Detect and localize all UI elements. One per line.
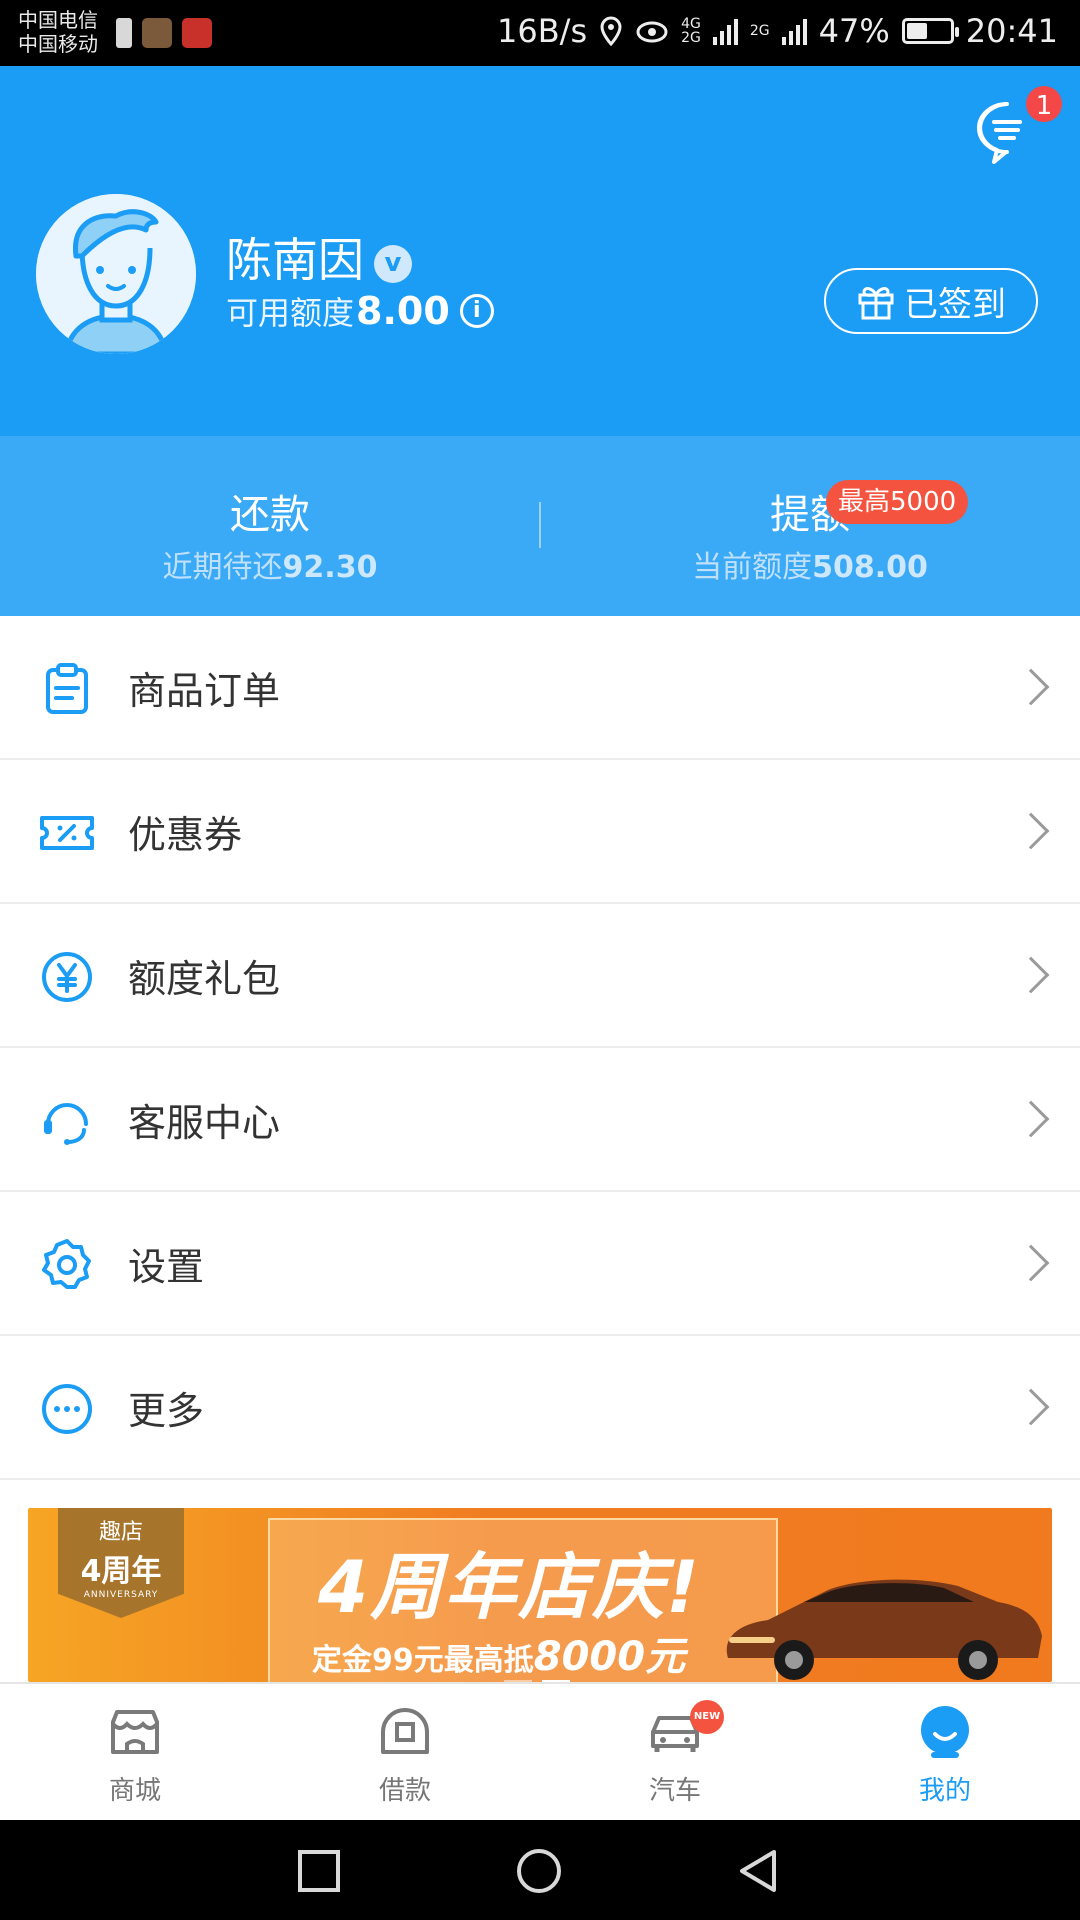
- tab-loan[interactable]: 借款: [270, 1684, 540, 1820]
- tab-car[interactable]: NEW 汽车: [540, 1684, 810, 1820]
- signin-button[interactable]: 已签到: [824, 268, 1038, 334]
- repay-subtitle: 近期待还92.30: [162, 550, 378, 585]
- signin-label: 已签到: [904, 284, 1006, 325]
- promo-banner[interactable]: 趣店 4周年 ANNIVERSARY 4周年店庆! 定金99元最高抵8000元: [28, 1508, 1052, 1682]
- banner-title: 4周年店庆!: [318, 1545, 701, 1629]
- menu-label: 优惠券: [128, 812, 243, 857]
- username: 陈南因 v: [226, 224, 412, 290]
- menu-list: 商品订单 优惠券 额度礼包 客服中心 设置 更多: [0, 616, 1080, 1480]
- battery-icon: [901, 18, 959, 44]
- home-icon[interactable]: [516, 1848, 562, 1894]
- status-bar: 中国电信 中国移动 16B/s 4G 2G 2G 47% 20:41: [0, 0, 1080, 66]
- app-notification-icon: [142, 18, 172, 48]
- car-image: [726, 1579, 1042, 1680]
- chevron-right-icon: [1012, 668, 1050, 706]
- signal-icon: [712, 17, 738, 45]
- more-dots-icon: [42, 1384, 92, 1434]
- location-icon: [600, 16, 622, 46]
- clock: 20:41: [965, 12, 1058, 50]
- eye-icon: [636, 21, 668, 43]
- profile-header: 1 陈南因 v 可用额度 8.00 i 已签到: [0, 66, 1080, 436]
- anniversary-badge: 趣店 4周年 ANNIVERSARY: [58, 1508, 184, 1618]
- menu-label: 设置: [128, 1244, 205, 1289]
- verified-icon: v: [374, 244, 412, 283]
- headset-icon: [44, 1103, 88, 1145]
- new-badge: NEW: [690, 1700, 724, 1734]
- back-icon[interactable]: [736, 1848, 782, 1894]
- store-icon: [111, 1710, 159, 1754]
- menu-item-settings[interactable]: 设置: [0, 1192, 1080, 1336]
- chevron-right-icon: [1012, 956, 1050, 994]
- net-speed: 16B/s: [497, 12, 588, 50]
- tab-label: 借款: [378, 1776, 431, 1806]
- menu-item-more[interactable]: 更多: [0, 1336, 1080, 1480]
- signal-icon: [781, 17, 807, 45]
- menu-item-coupons[interactable]: 优惠券: [0, 760, 1080, 904]
- current-limit: 508.00: [812, 550, 928, 585]
- banner-subtitle: 定金99元最高抵8000元: [312, 1634, 686, 1680]
- network-type-2g: 2G: [749, 23, 770, 39]
- repay-title: 还款: [230, 492, 310, 538]
- carrier-1: 中国电信: [18, 8, 98, 32]
- avatar-illustration-icon: [36, 194, 196, 354]
- menu-label: 更多: [128, 1388, 205, 1433]
- menu-label: 商品订单: [128, 668, 281, 713]
- status-indicators: 16B/s 4G 2G 2G 47% 20:41: [497, 12, 1058, 50]
- gift-icon: [858, 287, 894, 320]
- menu-label: 额度礼包: [128, 956, 281, 1001]
- menu-item-credit-package[interactable]: 额度礼包: [0, 904, 1080, 1048]
- max-limit-badge: 最高5000: [826, 480, 969, 524]
- system-nav-bar: [0, 1820, 1080, 1920]
- menu-label: 客服中心: [128, 1100, 281, 1145]
- chevron-right-icon: [1012, 1388, 1050, 1426]
- message-count-badge: 1: [1024, 84, 1064, 124]
- tab-store[interactable]: 商城: [0, 1684, 270, 1820]
- recents-icon[interactable]: [296, 1848, 342, 1894]
- username-text: 陈南因: [226, 233, 364, 287]
- chevron-right-icon: [1012, 812, 1050, 850]
- credit-value: 8.00: [356, 289, 450, 333]
- tab-mine[interactable]: 我的: [810, 1684, 1080, 1820]
- raise-subtitle: 当前额度508.00: [692, 550, 928, 585]
- credit-label: 可用额度: [226, 294, 355, 332]
- carrier-2: 中国移动: [18, 32, 98, 56]
- alert-icon: [116, 18, 132, 48]
- chevron-right-icon: [1012, 1100, 1050, 1138]
- raise-title: 提额: [770, 492, 850, 538]
- tab-label: 我的: [918, 1776, 971, 1806]
- battery-percent: 47%: [818, 12, 890, 50]
- clipboard-icon: [46, 663, 88, 714]
- info-icon[interactable]: i: [459, 294, 494, 328]
- tab-label: 汽车: [648, 1776, 701, 1806]
- menu-item-orders[interactable]: 商品订单: [0, 616, 1080, 760]
- menu-item-customer-service[interactable]: 客服中心: [0, 1048, 1080, 1192]
- bottom-tab-bar: 商城 借款 NEW 汽车 我的: [0, 1682, 1080, 1820]
- yen-coin-icon: [42, 952, 92, 1002]
- loan-icon: [381, 1708, 429, 1754]
- network-type-4g: 4G 2G: [681, 16, 701, 46]
- coupon-icon: [40, 816, 94, 850]
- carrier-info: 中国电信 中国移动: [18, 8, 98, 56]
- repay-section[interactable]: 还款 近期待还92.30: [0, 482, 540, 586]
- profile-icon: [921, 1706, 969, 1758]
- tab-label: 商城: [108, 1776, 161, 1806]
- credit-summary-band: 还款 近期待还92.30 提额 当前额度508.00 最高5000: [0, 436, 1080, 616]
- app-notification-icon: [182, 18, 212, 48]
- chevron-right-icon: [1012, 1244, 1050, 1282]
- notification-icons: [116, 18, 212, 48]
- repay-amount: 92.30: [282, 550, 378, 585]
- available-credit: 可用额度 8.00 i: [226, 288, 494, 334]
- raise-limit-section[interactable]: 提额 当前额度508.00: [540, 482, 1080, 586]
- avatar[interactable]: [36, 194, 196, 354]
- gear-icon: [42, 1239, 91, 1289]
